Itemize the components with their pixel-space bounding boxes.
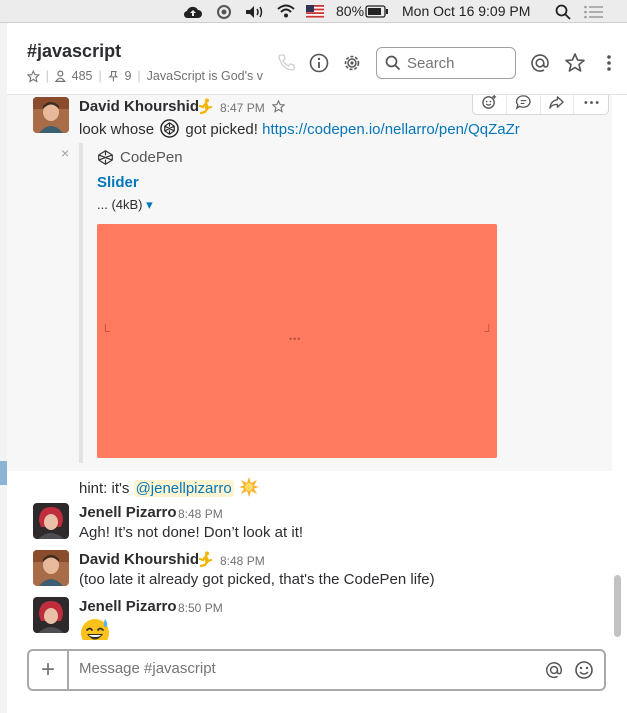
comment-icon <box>515 95 531 110</box>
channel-meta: | 485 | 9 | JavaScript is God's v <box>27 69 263 83</box>
divider: | <box>45 69 49 83</box>
user-mention[interactable]: @jenellpizarro <box>133 480 234 497</box>
message-input[interactable] <box>79 660 519 677</box>
member-icon <box>54 70 66 82</box>
message-text-before: look whose <box>79 121 155 138</box>
caret-down-icon: ▾ <box>146 197 153 212</box>
message-text-after: got picked! <box>185 121 258 138</box>
attachment-size: ... (4kB) <box>97 197 143 212</box>
avatar[interactable] <box>33 97 69 133</box>
battery-percent: 80% <box>336 3 365 19</box>
message-author[interactable]: David Khourshid <box>79 551 199 568</box>
us-flag-icon[interactable] <box>306 5 324 18</box>
channel-topic[interactable]: JavaScript is God's v <box>147 69 263 83</box>
attachment-service[interactable]: CodePen <box>97 149 183 166</box>
avatar[interactable] <box>33 597 69 633</box>
message-timestamp[interactable]: 8:48 PM <box>220 554 265 568</box>
volume-icon[interactable] <box>244 4 266 20</box>
avatar[interactable] <box>33 550 69 586</box>
attachment-image[interactable]: └ ┘ ••• <box>97 224 497 458</box>
running-emoji-icon <box>198 551 213 568</box>
message-link[interactable]: https://codepen.io/nellarro/pen/QqZaZr <box>262 121 520 138</box>
share-message-button[interactable] <box>541 95 575 114</box>
start-thread-button[interactable] <box>507 95 541 114</box>
clock[interactable]: Mon Oct 16 9:09 PM <box>402 3 530 19</box>
wifi-icon[interactable] <box>276 3 296 19</box>
message-author[interactable]: Jenell Pizarro <box>79 504 177 521</box>
attach-file-button[interactable]: + <box>29 651 69 689</box>
message-author[interactable]: Jenell Pizarro <box>79 598 177 615</box>
channel-title[interactable]: #javascript <box>27 41 121 62</box>
starred-items-icon[interactable] <box>564 52 586 74</box>
message-timestamp[interactable]: 8:48 PM <box>178 507 223 521</box>
avatar-david-image <box>33 550 69 586</box>
emoji-picker-icon[interactable] <box>574 660 594 680</box>
message-author[interactable]: David Khourshid <box>79 98 199 115</box>
attachment-size-toggle[interactable]: ... (4kB) ▾ <box>97 197 153 213</box>
divider: | <box>98 69 102 83</box>
share-arrow-icon <box>549 96 565 109</box>
gear-icon[interactable] <box>341 52 363 74</box>
pin-icon <box>108 70 118 82</box>
sidebar-selected-indicator <box>0 461 7 485</box>
notification-center-icon[interactable] <box>584 5 604 19</box>
codepen-logo-icon <box>98 150 113 165</box>
message-actions-bar <box>472 95 609 115</box>
remove-attachment-button[interactable]: × <box>61 145 69 161</box>
sidebar-edge <box>0 23 7 713</box>
channel-header: #javascript | 485 | 9 | JavaScript is Go… <box>7 23 627 95</box>
star-icon[interactable] <box>27 69 40 83</box>
avatar-jenell-image <box>33 503 69 539</box>
add-reaction-button[interactable] <box>473 95 507 114</box>
pinned-count[interactable]: 9 <box>124 69 131 83</box>
hint-prefix: hint: it's <box>79 480 130 497</box>
attachment-service-name: CodePen <box>120 149 183 166</box>
divider: | <box>137 69 141 83</box>
message-composer: + <box>27 649 606 691</box>
message-text: look whose got picked! https://codepen.i… <box>79 119 520 138</box>
star-burst-emoji-icon <box>238 477 259 497</box>
member-count[interactable]: 485 <box>72 69 93 83</box>
mention-icon[interactable] <box>544 660 564 680</box>
message-text: (too late it already got picked, that's … <box>79 571 435 588</box>
message-scrollbar[interactable] <box>612 95 622 640</box>
mac-menubar: 80% Mon Oct 16 9:09 PM <box>0 0 627 23</box>
hint-message: hint: it's @jenellpizarro <box>79 476 260 498</box>
more-menu-icon[interactable] <box>598 52 620 74</box>
avatar-jenell-image <box>33 597 69 633</box>
codepen-emoji-icon <box>160 119 179 138</box>
more-actions-button[interactable] <box>574 95 608 114</box>
message-timestamp[interactable]: 8:50 PM <box>178 601 223 615</box>
message-text: Agh! It’s not done! Don’t look at it! <box>79 524 304 541</box>
phone-icon[interactable] <box>275 52 297 74</box>
avatar-david-image <box>33 97 69 133</box>
battery-icon[interactable] <box>365 5 389 18</box>
avatar[interactable] <box>33 503 69 539</box>
image-corner-left: └ <box>101 324 110 338</box>
search-icon <box>385 55 401 71</box>
sweat-smile-emoji-icon <box>81 619 109 640</box>
scrollbar-thumb[interactable] <box>614 575 621 637</box>
spotlight-search-icon[interactable] <box>555 4 571 20</box>
add-reaction-icon <box>482 95 496 109</box>
attachment-title[interactable]: Slider <box>97 174 139 191</box>
message-timestamp[interactable]: 8:47 PM <box>220 101 265 115</box>
sync-icon[interactable] <box>214 4 234 20</box>
search-box[interactable] <box>376 47 516 79</box>
mentions-icon[interactable] <box>529 52 551 74</box>
message-list: David Khourshid 8:47 PM look whose got p… <box>7 95 612 640</box>
info-icon[interactable] <box>308 52 330 74</box>
link-unfurl: CodePen Slider ... (4kB) ▾ └ ┘ ••• <box>79 143 509 463</box>
image-corner-right: ┘ <box>484 324 493 338</box>
search-input[interactable] <box>407 54 507 72</box>
image-dots: ••• <box>289 334 302 344</box>
running-emoji-icon <box>198 98 213 115</box>
cloud-upload-icon[interactable] <box>183 4 203 20</box>
ellipsis-icon <box>584 101 599 104</box>
star-message-icon[interactable] <box>272 100 285 113</box>
